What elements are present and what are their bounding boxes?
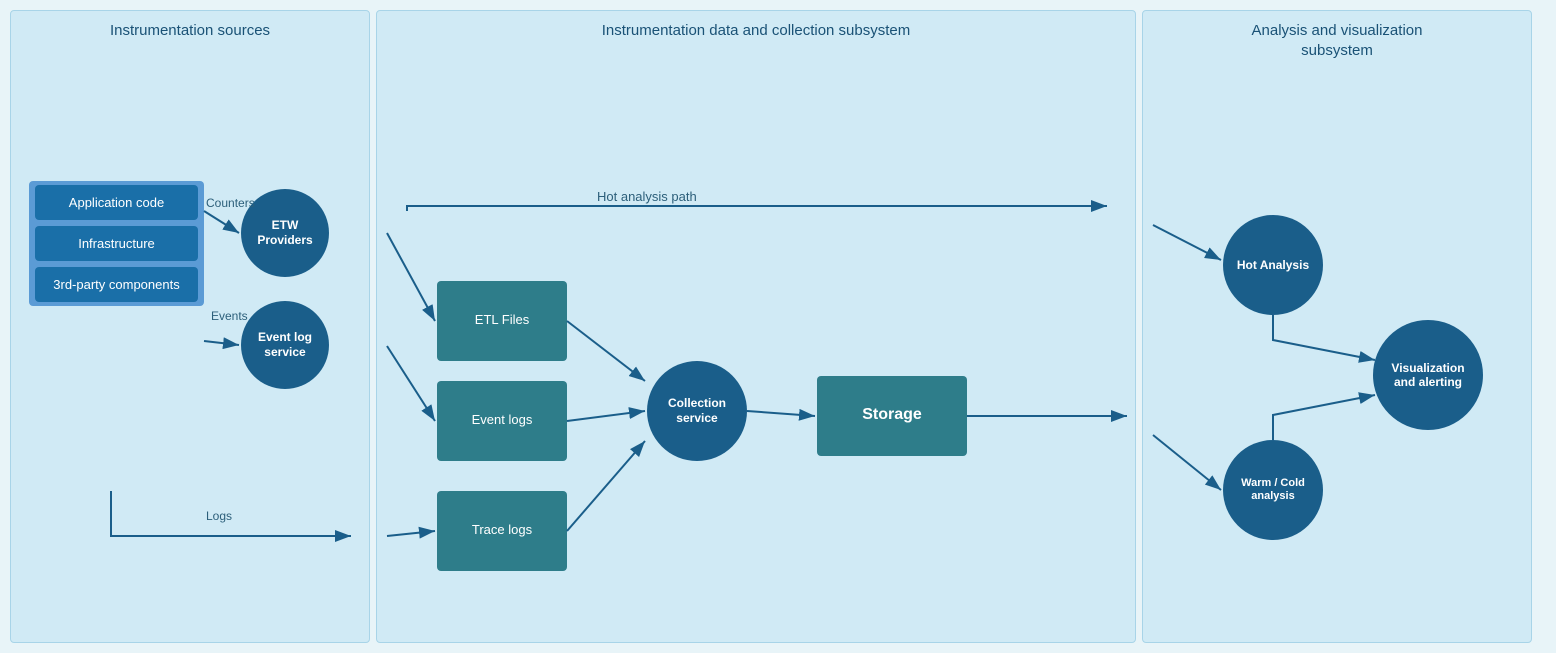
arrow-hot-in [1153, 225, 1221, 260]
label-logs: Logs [206, 509, 232, 523]
arrow-logs-to-trace [387, 531, 435, 536]
storage-node: Storage [817, 376, 967, 456]
label-counters: Counters [206, 196, 255, 210]
arrow-hot-to-viz [1273, 315, 1375, 360]
arrow-evlog-to-evlogs [387, 346, 435, 421]
event-log-service-node: Event logservice [241, 301, 329, 389]
arrow-counters [204, 211, 239, 233]
source-group: Application code Infrastructure 3rd-part… [29, 181, 204, 306]
trace-logs-node: Trace logs [437, 491, 567, 571]
event-logs-node: Event logs [437, 381, 567, 461]
arrow-etw-to-etl [387, 233, 435, 321]
sources-inner: Application code Infrastructure 3rd-part… [11, 41, 369, 643]
panel-middle-title: Instrumentation data and collection subs… [587, 11, 926, 41]
label-events: Events [211, 309, 248, 323]
etl-files-node: ETL Files [437, 281, 567, 361]
arrow-hot-path [407, 206, 1107, 211]
arrow-evlogs-to-collection [567, 411, 645, 421]
arrow-collection-to-storage [747, 411, 815, 416]
hot-path-label: Hot analysis path [597, 189, 697, 204]
arrow-warm-in [1153, 435, 1221, 490]
arrow-warm-to-viz [1273, 395, 1375, 440]
panel-instrumentation-sources: Instrumentation sources Application code… [10, 10, 370, 643]
panel-left-title: Instrumentation sources [95, 11, 285, 41]
visualization-alerting-node: Visualizationand alerting [1373, 320, 1483, 430]
panel-right-title: Analysis and visualization subsystem [1237, 11, 1438, 60]
middle-inner: ETL Files Event logs Trace logs Collecti… [377, 41, 1135, 643]
source-3rdparty: 3rd-party components [35, 267, 198, 302]
warm-cold-analysis-node: Warm / Coldanalysis [1223, 440, 1323, 540]
source-infrastructure: Infrastructure [35, 226, 198, 261]
collection-service-node: Collectionservice [647, 361, 747, 461]
arrow-trace-to-collection [567, 441, 645, 531]
hot-analysis-node: Hot Analysis [1223, 215, 1323, 315]
source-application-code: Application code [35, 185, 198, 220]
diagram-container: Instrumentation sources Application code… [0, 0, 1556, 653]
right-inner: Hot Analysis Visualizationand alerting W… [1143, 60, 1531, 642]
arrow-events [204, 341, 239, 345]
panel-instrumentation-data: Instrumentation data and collection subs… [376, 10, 1136, 643]
arrow-etl-to-collection [567, 321, 645, 381]
panel-analysis: Analysis and visualization subsystem Hot… [1142, 10, 1532, 643]
